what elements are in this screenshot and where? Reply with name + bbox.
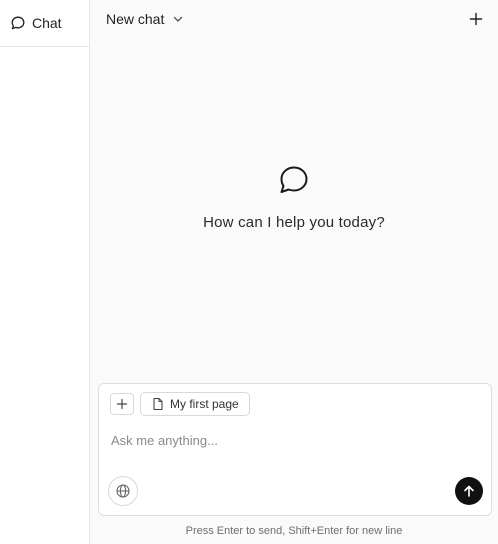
chat-main: New chat How can I help you today? My fi…: [90, 0, 498, 544]
document-icon: [151, 397, 165, 411]
context-chip-label: My first page: [170, 397, 239, 411]
plus-icon: [468, 11, 484, 27]
composer: My first page: [98, 383, 492, 516]
chevron-down-icon: [172, 13, 184, 25]
sidebar: Chat: [0, 0, 90, 544]
chat-title: New chat: [106, 11, 165, 27]
empty-state-prompt: How can I help you today?: [203, 214, 385, 231]
sidebar-item-label: Chat: [32, 15, 62, 31]
chat-title-dropdown[interactable]: New chat: [106, 11, 184, 27]
sidebar-header: Chat: [0, 0, 89, 47]
chat-header: New chat: [90, 0, 498, 38]
context-chip[interactable]: My first page: [140, 392, 250, 416]
new-chat-button[interactable]: [468, 11, 484, 27]
add-context-button[interactable]: [110, 393, 134, 415]
empty-state: How can I help you today?: [90, 164, 498, 231]
globe-icon: [115, 483, 131, 499]
chat-bubble-icon: [10, 15, 26, 31]
chat-bubble-icon: [278, 164, 310, 196]
send-button[interactable]: [455, 477, 483, 505]
app-window: Chat New chat How can I help you today? …: [0, 0, 498, 544]
composer-hint: Press Enter to send, Shift+Enter for new…: [185, 525, 403, 537]
web-search-toggle[interactable]: [108, 476, 138, 506]
plus-icon: [116, 398, 128, 410]
message-input[interactable]: [111, 430, 481, 450]
sidebar-item-chat[interactable]: Chat: [10, 15, 62, 31]
arrow-up-icon: [462, 484, 476, 498]
